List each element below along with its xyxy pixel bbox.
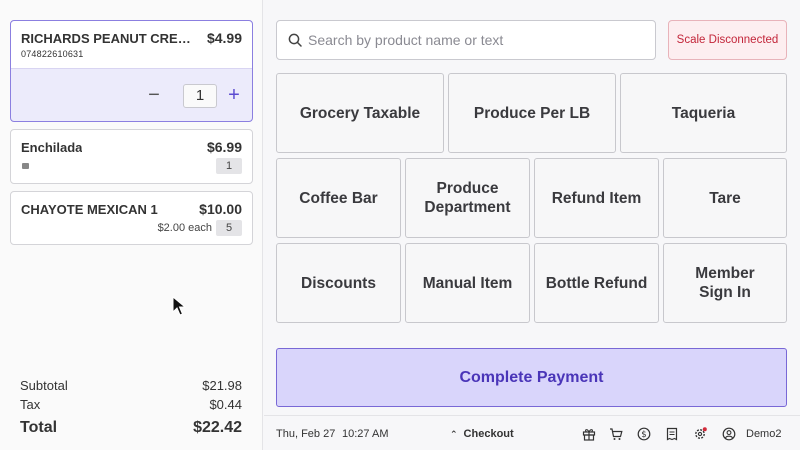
tile-produce-department[interactable]: Produce Department	[405, 158, 530, 238]
cart-item[interactable]: CHAYOTE MEXICAN 1 $10.00 $2.00 each 5	[10, 191, 253, 245]
search-input[interactable]	[308, 29, 643, 51]
cart-item-name: Enchilada	[21, 140, 83, 155]
quantity-badge: 5	[216, 220, 242, 236]
cart-item-name: CHAYOTE MEXICAN 1	[21, 202, 158, 217]
cart-item-price: $10.00	[199, 201, 242, 217]
total-value: $22.42	[193, 419, 242, 436]
cart-icon[interactable]	[609, 427, 623, 441]
tile-bottle-refund[interactable]: Bottle Refund	[534, 243, 659, 323]
tile-coffee-bar[interactable]: Coffee Bar	[276, 158, 401, 238]
user-icon[interactable]	[722, 427, 736, 441]
status-time: 10:27 AM	[342, 428, 389, 440]
tile-grocery-taxable[interactable]: Grocery Taxable	[276, 73, 444, 153]
status-date: Thu, Feb 27	[276, 428, 336, 440]
status-bar: Thu, Feb 27 10:27 AM ⌃ Checkout $ Demo2	[264, 415, 800, 450]
tile-discounts[interactable]: Discounts	[276, 243, 401, 323]
tax-value: $0.44	[209, 397, 242, 412]
total-label: Total	[20, 419, 58, 436]
checkout-label: Checkout	[463, 428, 514, 440]
cart-item-unit-price: $2.00 each	[157, 222, 212, 234]
tile-member-sign-in[interactable]: Member Sign In	[663, 243, 787, 323]
receipt-icon[interactable]	[665, 427, 679, 441]
tile-taqueria[interactable]: Taqueria	[620, 73, 787, 153]
quantity-field[interactable]: 1	[183, 84, 217, 108]
tax-label: Tax	[20, 397, 41, 412]
checkout-toggle[interactable]: ⌃ Checkout	[450, 428, 514, 440]
svg-text:$: $	[641, 430, 646, 440]
complete-payment-button[interactable]: Complete Payment	[276, 348, 787, 407]
scale-status-badge[interactable]: Scale Disconnected	[668, 20, 787, 60]
subtotal-value: $21.98	[202, 378, 242, 393]
cart-item-barcode: 074822610631	[21, 49, 84, 59]
tile-tare[interactable]: Tare	[663, 158, 787, 238]
cart-item-price: $4.99	[206, 30, 242, 46]
mouse-cursor-icon	[172, 296, 186, 316]
gift-icon[interactable]	[582, 427, 596, 441]
dollar-icon[interactable]: $	[637, 427, 651, 441]
product-search[interactable]	[276, 20, 656, 60]
subtotal-label: Subtotal	[20, 378, 68, 393]
tile-manual-item[interactable]: Manual Item	[405, 243, 530, 323]
cart-item-price: $6.99	[206, 139, 242, 155]
cart-item-selected[interactable]: RICHARDS PEANUT CREA... $4.99 0748226106…	[10, 20, 253, 122]
tag-icon	[22, 163, 29, 169]
settings-icon[interactable]	[693, 427, 707, 441]
chevron-up-icon: ⌃	[450, 429, 458, 439]
quantity-decrease-button[interactable]: −	[144, 85, 164, 107]
search-icon	[288, 33, 302, 47]
quantity-increase-button[interactable]: +	[224, 85, 244, 107]
cart-item[interactable]: Enchilada $6.99 1	[10, 129, 253, 184]
tile-produce-per-lb[interactable]: Produce Per LB	[448, 73, 616, 153]
cart-item-name: RICHARDS PEANUT CREA...	[21, 31, 191, 46]
user-name[interactable]: Demo2	[746, 428, 781, 440]
cart-panel: RICHARDS PEANUT CREA... $4.99 0748226106…	[0, 0, 263, 450]
tile-refund-item[interactable]: Refund Item	[534, 158, 659, 238]
alert-dot	[702, 427, 707, 432]
quantity-badge: 1	[216, 158, 242, 174]
